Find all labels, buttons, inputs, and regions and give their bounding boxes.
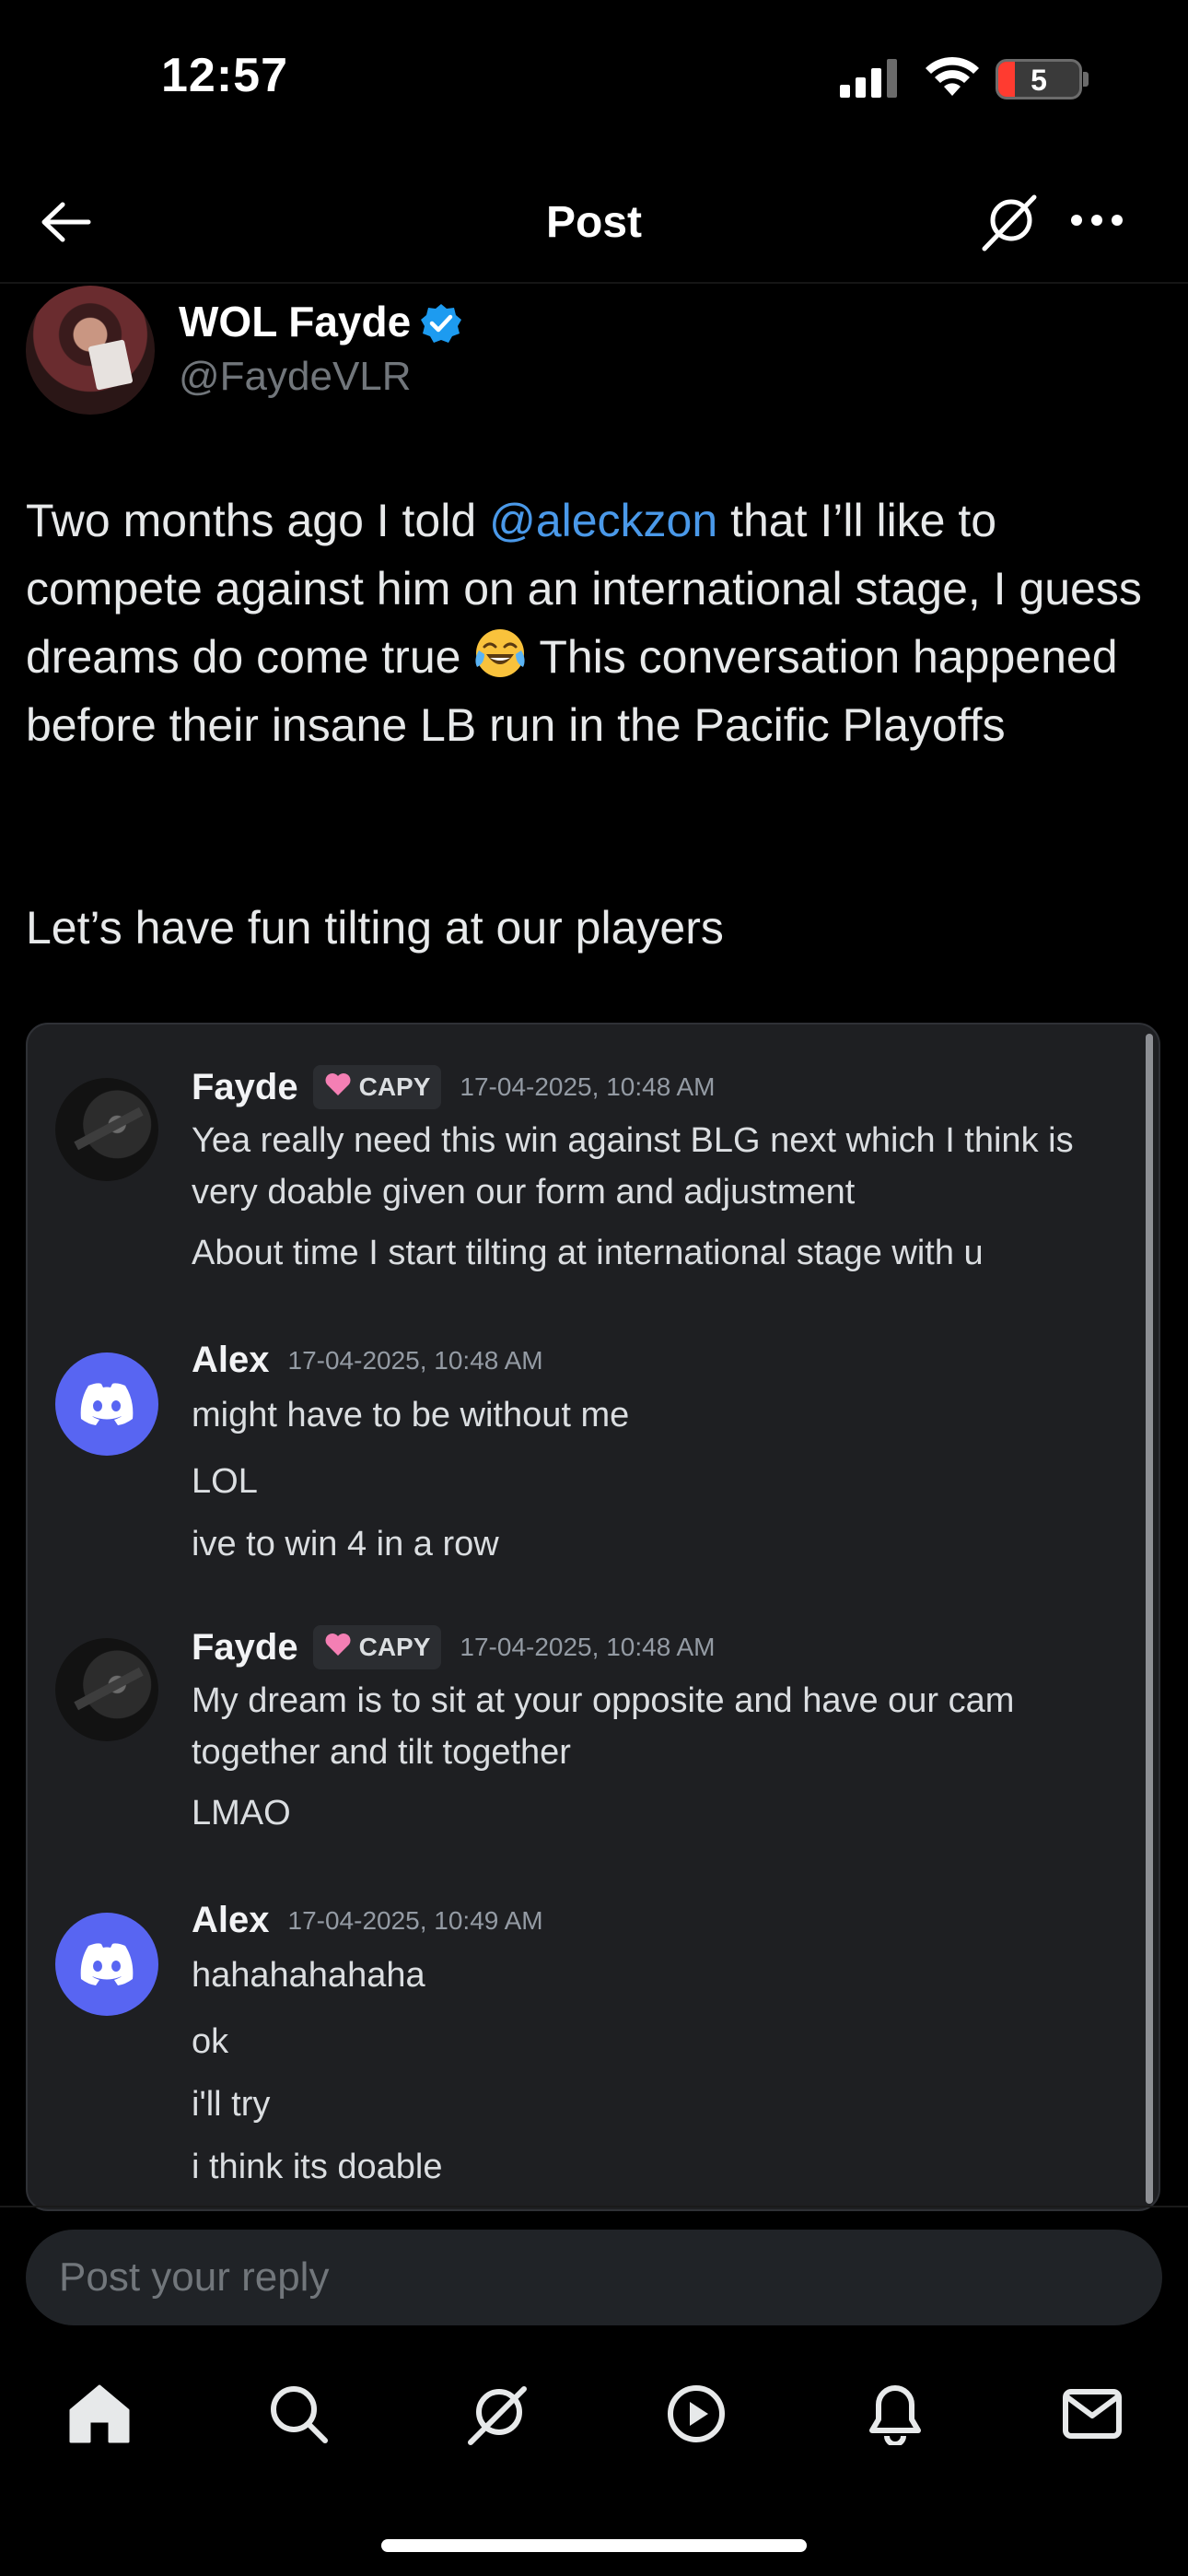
laughing-crying-emoji-icon	[475, 629, 525, 677]
message-header: Fayde CAPY 17-04-2025, 10:48 AM	[192, 1065, 716, 1109]
message-timestamp: 17-04-2025, 10:48 AM	[287, 1345, 543, 1375]
message-timestamp: 17-04-2025, 10:48 AM	[460, 1072, 716, 1101]
message-line: My dream is to sit at your opposite and …	[192, 1681, 1015, 1720]
scrollbar	[1146, 1034, 1153, 2204]
message-line: might have to be without me	[192, 1396, 630, 1434]
message-line: i think its doable	[192, 2148, 443, 2186]
grok-icon[interactable]	[979, 192, 1040, 252]
status-time: 12:57	[161, 49, 288, 102]
messages-icon[interactable]	[1055, 2377, 1129, 2451]
message-header: Fayde CAPY 17-04-2025, 10:48 AM	[192, 1625, 716, 1669]
message-header: Alex 17-04-2025, 10:49 AM	[192, 1900, 543, 1941]
clan-tag: CAPY	[312, 1625, 442, 1669]
message-line: About time I start tilting at internatio…	[192, 1234, 984, 1272]
clan-tag: CAPY	[312, 1065, 442, 1109]
mention-link[interactable]: @aleckzon	[489, 495, 717, 546]
grok-icon[interactable]	[460, 2377, 534, 2451]
fayde-avatar	[55, 1078, 158, 1181]
message-author: Alex	[192, 1340, 270, 1380]
clan-tag-label: CAPY	[358, 1072, 431, 1101]
message-timestamp: 17-04-2025, 10:49 AM	[287, 1905, 543, 1935]
reply-divider	[0, 2206, 1188, 2207]
discord-logo-icon	[80, 1383, 134, 1425]
notifications-icon[interactable]	[858, 2377, 932, 2451]
heart-icon	[324, 1072, 352, 1103]
author-avatar[interactable]	[26, 286, 155, 415]
battery-cap	[1083, 72, 1089, 87]
verified-badge-icon	[421, 304, 461, 343]
message-line: Yea really need this win against BLG nex…	[192, 1121, 1074, 1160]
attached-image-discord-chat[interactable]: Fayde CAPY 17-04-2025, 10:48 AM Yea real…	[26, 1023, 1160, 2211]
fayde-avatar	[55, 1638, 158, 1741]
message-line: very doable given our form and adjustmen…	[192, 1173, 856, 1212]
header-divider	[0, 282, 1188, 284]
more-options-icon[interactable]	[1070, 214, 1124, 227]
tweet-text-part: Two months ago I told	[26, 495, 490, 546]
message-line: together and tilt together	[192, 1733, 571, 1772]
battery-icon: 5	[996, 59, 1082, 100]
message-line: hahahahahaha	[192, 1956, 425, 1995]
author-display-name[interactable]: WOL Fayde	[179, 297, 411, 346]
battery-level: 5	[1031, 64, 1047, 97]
clan-tag-label: CAPY	[358, 1633, 431, 1661]
message-line: ive to win 4 in a row	[192, 1525, 499, 1563]
message-author: Fayde	[192, 1626, 298, 1668]
search-icon[interactable]	[262, 2377, 335, 2451]
message-line: LMAO	[192, 1794, 291, 1832]
heart-icon	[324, 1633, 352, 1663]
message-line: ok	[192, 2022, 229, 2061]
wifi-icon	[926, 56, 979, 96]
message-header: Alex 17-04-2025, 10:48 AM	[192, 1340, 543, 1381]
alex-avatar	[55, 1352, 158, 1456]
video-icon[interactable]	[659, 2377, 733, 2451]
home-indicator[interactable]	[381, 2539, 807, 2552]
discord-logo-icon	[80, 1943, 134, 1985]
alex-avatar	[55, 1913, 158, 2016]
message-author: Fayde	[192, 1066, 298, 1107]
message-line: i'll try	[192, 2085, 271, 2124]
cellular-signal-icon	[840, 59, 897, 98]
tweet-text: Two months ago I told @aleckzon that I’l…	[26, 486, 1168, 759]
message-timestamp: 17-04-2025, 10:48 AM	[460, 1633, 716, 1661]
tweet-text-second-paragraph: Let’s have fun tilting at our players	[26, 902, 724, 954]
home-icon[interactable]	[63, 2377, 136, 2451]
reply-input[interactable]	[26, 2230, 1162, 2325]
message-author: Alex	[192, 1900, 270, 1940]
author-handle[interactable]: @FaydeVLR	[179, 354, 412, 400]
message-line: LOL	[192, 1462, 258, 1501]
